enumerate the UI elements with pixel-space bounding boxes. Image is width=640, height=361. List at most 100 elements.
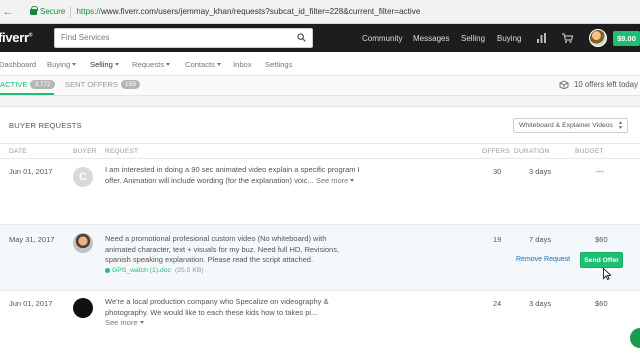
row-offers: 19 bbox=[493, 235, 502, 244]
see-more-label: See more bbox=[105, 318, 138, 327]
request-description: Need a promotional profesional custom vi… bbox=[105, 234, 345, 266]
attachment-size: (25.5 KB) bbox=[174, 267, 204, 274]
subnav-requests-label: Requests bbox=[132, 60, 165, 69]
tab-sent-label: SENT OFFERS bbox=[65, 80, 119, 89]
table-header: DATE BUYER REQUEST OFFERS DURATION BUDGE… bbox=[0, 143, 640, 159]
subnav-selling-label: Selling bbox=[90, 60, 113, 69]
select-arrows-icon: ▲ ▼ bbox=[618, 120, 623, 131]
row-date: Jun 01, 2017 bbox=[9, 167, 53, 176]
lock-icon bbox=[30, 5, 38, 15]
tab-sent-offers[interactable]: SENT OFFERS 159 bbox=[65, 80, 140, 89]
buyer-requests-panel: BUYER REQUESTS Whiteboard & Explainer Vi… bbox=[0, 106, 640, 360]
main-content: BUYER REQUESTS Whiteboard & Explainer Vi… bbox=[0, 96, 640, 360]
row-budget: $60 bbox=[595, 299, 608, 308]
url-path: www.fiverr.com/users/jemmay_khan/request… bbox=[100, 7, 421, 16]
chevron-down-icon bbox=[166, 63, 171, 66]
mouse-cursor-icon bbox=[603, 268, 611, 280]
chevron-down-icon bbox=[216, 63, 221, 66]
search-box[interactable] bbox=[54, 28, 313, 48]
active-count-badge: 3,772 bbox=[30, 80, 55, 89]
col-date: DATE bbox=[9, 148, 27, 155]
row-duration: 7 days bbox=[529, 235, 552, 244]
see-more-link[interactable]: See more bbox=[316, 176, 355, 185]
url-divider bbox=[70, 5, 72, 18]
request-text: We're a local production company who Spe… bbox=[105, 297, 329, 317]
chevron-down-icon bbox=[72, 63, 77, 66]
see-more-link[interactable]: See more bbox=[105, 318, 144, 327]
subnav-inbox-label: Inbox bbox=[233, 60, 252, 69]
offers-left-indicator: 10 offers left today bbox=[559, 80, 638, 89]
send-offer-button[interactable]: Send Offer bbox=[580, 252, 623, 268]
buyer-avatar[interactable]: C bbox=[73, 167, 93, 187]
subnav-contacts[interactable]: Contacts bbox=[185, 60, 221, 69]
dashboard-subnav: Dashboard Buying Selling Requests Contac… bbox=[0, 52, 640, 76]
offers-left-text: 10 offers left today bbox=[573, 80, 638, 89]
nav-messages[interactable]: Messages bbox=[413, 24, 449, 52]
cart-icon[interactable] bbox=[561, 32, 573, 44]
row-offers: 24 bbox=[493, 299, 502, 308]
subnav-requests[interactable]: Requests bbox=[132, 60, 171, 69]
subnav-contacts-label: Contacts bbox=[185, 60, 215, 69]
buyer-avatar[interactable] bbox=[73, 233, 93, 253]
col-buyer: BUYER bbox=[73, 148, 97, 155]
chevron-down-icon bbox=[114, 63, 119, 66]
search-icon[interactable] bbox=[297, 33, 306, 42]
attachment-icon bbox=[105, 267, 110, 273]
tab-active[interactable]: ACTIVE 3,772 bbox=[0, 80, 55, 89]
panel-title: BUYER REQUESTS bbox=[9, 121, 82, 130]
user-avatar[interactable] bbox=[589, 29, 607, 47]
subnav-buying[interactable]: Buying bbox=[47, 60, 77, 69]
category-select[interactable]: Whiteboard & Explainer Videos ▲ ▼ bbox=[513, 118, 628, 133]
subnav-settings[interactable]: Settings bbox=[265, 60, 292, 69]
chevron-down-icon bbox=[139, 321, 144, 324]
subnav-settings-label: Settings bbox=[265, 60, 293, 69]
requests-tabs: ACTIVE 3,772 SENT OFFERS 159 10 offers l… bbox=[0, 76, 640, 96]
nav-selling[interactable]: Selling bbox=[461, 24, 485, 52]
row-duration: 3 days bbox=[529, 167, 552, 176]
subnav-buying-label: Buying bbox=[47, 60, 71, 69]
row-duration: 3 days bbox=[529, 299, 552, 308]
fiverr-logo[interactable]: fiverr® bbox=[0, 30, 32, 45]
url-scheme: https:// bbox=[76, 7, 101, 16]
subnav-selling[interactable]: Selling bbox=[90, 60, 119, 69]
active-tab-indicator bbox=[0, 93, 54, 95]
see-more-label: See more bbox=[315, 175, 349, 185]
row-date: May 31, 2017 bbox=[9, 235, 55, 244]
table-row[interactable]: Jun 01, 2017 We're a local production co… bbox=[0, 291, 640, 361]
site-header: fiverr® Community Messages Selling Buyin… bbox=[0, 24, 640, 52]
subnav-inbox[interactable]: Inbox bbox=[233, 60, 252, 69]
table-row[interactable]: May 31, 2017 Need a promotional profesio… bbox=[0, 225, 640, 291]
row-budget: --- bbox=[596, 167, 604, 176]
row-date: Jun 01, 2017 bbox=[9, 299, 53, 308]
attachment-name: GPS_watch (1).doc bbox=[112, 267, 171, 274]
row-budget: $60 bbox=[595, 235, 608, 244]
secure-indicator[interactable]: Secure bbox=[30, 5, 66, 16]
col-offers: OFFERS bbox=[482, 148, 510, 155]
secure-label: Secure bbox=[40, 7, 66, 16]
attachment-link[interactable]: GPS_watch (1).doc (25.5 KB) bbox=[105, 267, 204, 274]
nav-buying[interactable]: Buying bbox=[497, 24, 521, 52]
browser-address-bar: ← Secure https://www.fiverr.com/users/je… bbox=[0, 0, 640, 24]
category-select-value: Whiteboard & Explainer Videos bbox=[519, 122, 613, 129]
balance-badge[interactable]: $9.00 bbox=[613, 31, 640, 46]
tab-active-label: ACTIVE bbox=[0, 80, 28, 89]
back-arrow-icon[interactable]: ← bbox=[0, 0, 16, 24]
subnav-dashboard-label: Dashboard bbox=[0, 60, 37, 69]
nav-community[interactable]: Community bbox=[362, 24, 402, 52]
col-budget: BUDGET bbox=[575, 148, 604, 155]
search-input[interactable] bbox=[61, 33, 281, 42]
request-description: I am interested in doing a 90 sec animat… bbox=[105, 165, 365, 186]
url-text[interactable]: https://www.fiverr.com/users/jemmay_khan… bbox=[76, 7, 420, 16]
subnav-dashboard[interactable]: Dashboard bbox=[0, 60, 36, 69]
sent-count-badge: 159 bbox=[121, 80, 140, 89]
logo-text: fiverr bbox=[0, 30, 29, 45]
remove-request-link[interactable]: Remove Request bbox=[516, 256, 570, 263]
col-request: REQUEST bbox=[105, 148, 139, 155]
table-row[interactable]: Jun 01, 2017 C I am interested in doing … bbox=[0, 159, 640, 225]
analytics-icon[interactable] bbox=[536, 32, 548, 44]
buyer-avatar[interactable] bbox=[73, 298, 93, 318]
row-offers: 30 bbox=[493, 167, 502, 176]
request-text: Need a promotional profesional custom vi… bbox=[105, 234, 340, 264]
request-description: We're a local production company who Spe… bbox=[105, 297, 355, 329]
box-icon bbox=[559, 80, 569, 89]
